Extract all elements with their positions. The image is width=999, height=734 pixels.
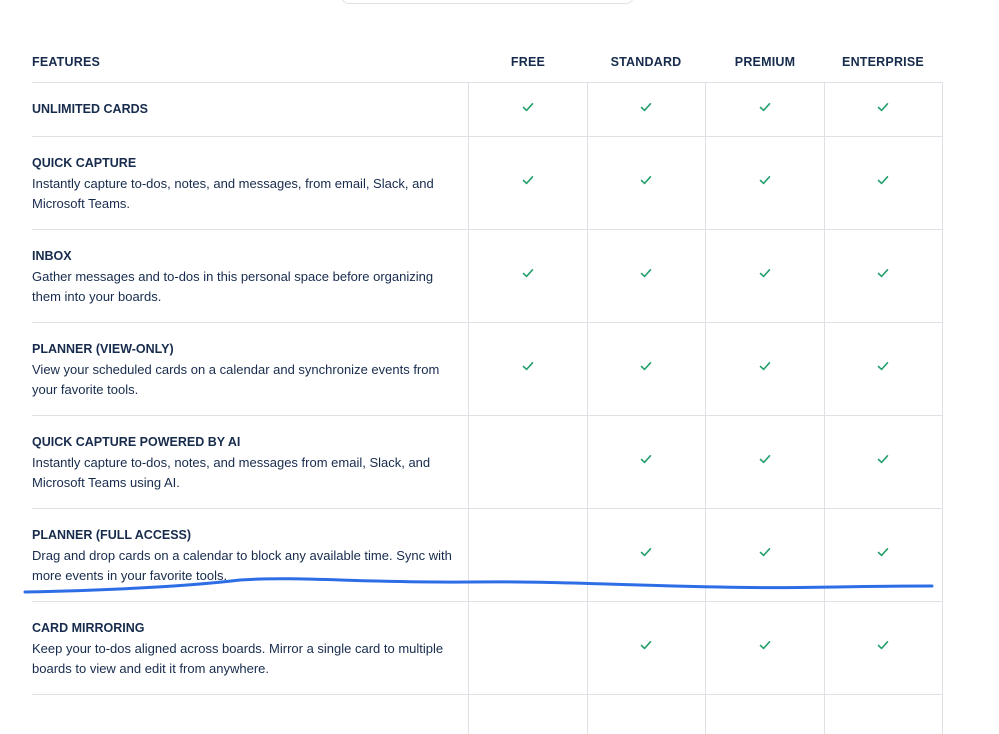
check-icon	[876, 452, 890, 471]
table-row: INBOX Gather messages and to-dos in this …	[32, 229, 943, 323]
feature-title: QUICK CAPTURE POWERED BY AI	[32, 435, 241, 449]
check-icon	[758, 359, 772, 378]
check-icon	[758, 173, 772, 192]
check-icon	[639, 359, 653, 378]
plan-cell-premium	[706, 694, 825, 734]
table-row: PLANNER (VIEW-ONLY) View your scheduled c…	[32, 322, 943, 416]
feature-title: QUICK CAPTURE	[32, 156, 137, 170]
plan-cell-free	[469, 322, 588, 415]
feature-title: PLANNER (FULL ACCESS)	[32, 528, 192, 542]
feature-description: Instantly capture to-dos, notes, and mes…	[32, 455, 431, 490]
check-icon	[876, 266, 890, 285]
check-icon	[521, 100, 535, 119]
plan-cell-enterprise	[824, 508, 943, 601]
plan-cell-premium	[706, 508, 825, 601]
check-icon	[521, 359, 535, 378]
plan-cell-enterprise	[824, 415, 943, 508]
feature-description: Instantly capture to-dos, notes, and mes…	[32, 176, 434, 211]
plan-toggle-tab[interactable]	[341, 0, 634, 4]
feature-title: CARD MIRRORING	[32, 621, 145, 635]
plan-cell-free	[469, 136, 588, 229]
feature-cell: QUICK CAPTURE POWERED BY AI Instantly cap…	[32, 415, 469, 508]
check-icon	[639, 173, 653, 192]
check-icon	[521, 266, 535, 285]
plan-cell-premium	[706, 229, 825, 322]
feature-description: View your scheduled cards on a calendar …	[32, 362, 440, 397]
check-icon	[758, 638, 772, 657]
table-row: UNLIMITED CARDS	[32, 82, 943, 137]
table-row: CARD MIRRORING Keep your to-dos aligned a…	[32, 601, 943, 695]
plan-cell-free	[469, 82, 588, 136]
feature-cell: PLANNER (FULL ACCESS) Drag and drop cards…	[32, 508, 469, 601]
check-icon	[639, 100, 653, 119]
plan-cell-standard	[587, 322, 706, 415]
plan-cell-free	[469, 415, 588, 508]
feature-title: UNLIMITED CARDS	[32, 102, 148, 116]
plan-cell-free	[469, 601, 588, 694]
feature-title: INBOX	[32, 249, 72, 263]
plan-cell-premium	[706, 136, 825, 229]
plan-cell-standard	[587, 229, 706, 322]
plan-cell-free	[469, 229, 588, 322]
check-icon	[639, 638, 653, 657]
plan-cell-standard	[587, 82, 706, 136]
check-icon	[876, 638, 890, 657]
plan-cell-enterprise	[824, 136, 943, 229]
check-icon	[758, 452, 772, 471]
table-row: QUICK CAPTURE Instantly capture to-dos, n…	[32, 136, 943, 230]
feature-description: Drag and drop cards on a calendar to blo…	[32, 548, 452, 583]
feature-cell: INBOX Gather messages and to-dos in this …	[32, 229, 469, 322]
plan-cell-premium	[706, 601, 825, 694]
plan-cell-premium	[706, 82, 825, 136]
plan-header-standard: STANDARD	[610, 55, 682, 69]
features-column-header: FEATURES	[32, 55, 101, 69]
table-header: FEATURES FREE STANDARD PREMIUM ENTERPRIS…	[32, 44, 942, 83]
plan-header-enterprise: ENTERPRISE	[842, 55, 924, 69]
table-row: PLANNER (FULL ACCESS) Drag and drop cards…	[32, 508, 943, 602]
plan-cell-enterprise	[824, 601, 943, 694]
check-icon	[876, 359, 890, 378]
table-row	[32, 694, 943, 734]
check-icon	[876, 545, 890, 564]
feature-cell: QUICK CAPTURE Instantly capture to-dos, n…	[32, 136, 469, 229]
check-icon	[758, 545, 772, 564]
plan-header-free: FREE	[510, 55, 546, 69]
plan-cell-standard	[587, 508, 706, 601]
feature-cell: PLANNER (VIEW-ONLY) View your scheduled c…	[32, 322, 469, 415]
check-icon	[521, 173, 535, 192]
plan-cell-premium	[706, 415, 825, 508]
check-icon	[639, 545, 653, 564]
check-icon	[639, 266, 653, 285]
feature-description: Gather messages and to-dos in this perso…	[32, 269, 434, 304]
feature-cell: CARD MIRRORING Keep your to-dos aligned a…	[32, 601, 469, 694]
check-icon	[758, 266, 772, 285]
plan-cell-standard	[587, 694, 706, 734]
plan-cell-premium	[706, 322, 825, 415]
plan-cell-standard	[587, 601, 706, 694]
feature-cell: UNLIMITED CARDS	[32, 82, 469, 136]
plan-cell-standard	[587, 415, 706, 508]
plan-cell-enterprise	[824, 694, 943, 734]
check-icon	[876, 173, 890, 192]
plan-cell-enterprise	[824, 82, 943, 136]
plan-cell-free	[469, 694, 588, 734]
feature-cell	[32, 694, 469, 734]
check-icon	[876, 100, 890, 119]
plan-cell-standard	[587, 136, 706, 229]
check-icon	[758, 100, 772, 119]
feature-description: Keep your to-dos aligned across boards. …	[32, 641, 444, 676]
table-row: QUICK CAPTURE POWERED BY AI Instantly cap…	[32, 415, 943, 509]
check-icon	[639, 452, 653, 471]
plan-cell-free	[469, 508, 588, 601]
plan-cell-enterprise	[824, 322, 943, 415]
plan-header-premium: PREMIUM	[734, 55, 796, 69]
plan-cell-enterprise	[824, 229, 943, 322]
feature-title: PLANNER (VIEW-ONLY)	[32, 342, 174, 356]
